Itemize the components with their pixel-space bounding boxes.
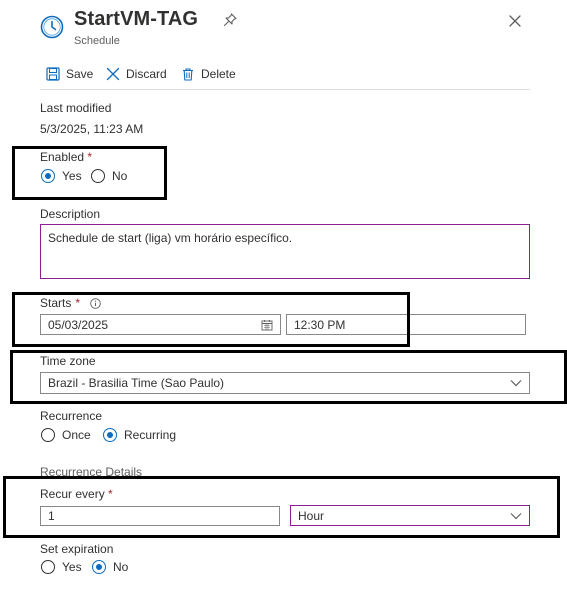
enabled-label: Enabled * <box>40 150 92 164</box>
radio-selected-icon <box>41 169 55 183</box>
info-icon[interactable] <box>90 297 101 309</box>
start-date-input[interactable]: 05/03/2025 <box>40 314 281 335</box>
page-title: StartVM-TAG <box>74 8 199 30</box>
starts-label: Starts * <box>40 296 101 310</box>
recur-unit-value: Hour <box>298 508 325 523</box>
pin-icon[interactable] <box>222 12 238 28</box>
enabled-yes-radio[interactable]: Yes <box>41 169 82 183</box>
enabled-no-label: No <box>112 169 128 183</box>
required-mark: * <box>108 487 113 501</box>
last-modified-value: 5/3/2025, 11:23 AM <box>40 122 144 136</box>
delete-button[interactable]: Delete <box>181 65 236 83</box>
required-mark: * <box>87 150 93 164</box>
close-icon[interactable] <box>507 13 523 29</box>
start-date-value: 05/03/2025 <box>48 317 109 332</box>
recurrence-once-label: Once <box>62 428 91 442</box>
expiration-no-label: No <box>113 560 129 574</box>
chevron-down-icon <box>510 380 522 387</box>
clock-icon <box>40 15 64 39</box>
calendar-icon[interactable] <box>261 319 273 331</box>
radio-unselected-icon <box>41 428 55 442</box>
page-subtitle: Schedule <box>74 35 120 47</box>
enabled-yes-label: Yes <box>62 169 82 183</box>
save-button[interactable]: Save <box>46 65 93 83</box>
radio-selected-icon <box>92 560 106 574</box>
expiration-yes-label: Yes <box>62 560 82 574</box>
set-expiration-label: Set expiration <box>40 542 114 556</box>
discard-icon <box>106 67 120 81</box>
recur-interval-input[interactable]: 1 <box>40 506 280 526</box>
radio-unselected-icon <box>91 169 105 183</box>
recur-unit-select[interactable]: Hour <box>290 505 530 526</box>
enabled-label-text: Enabled <box>40 150 85 164</box>
save-label: Save <box>66 67 94 81</box>
trash-icon <box>183 68 193 81</box>
discard-label: Discard <box>126 67 167 81</box>
recurrence-recurring-radio[interactable]: Recurring <box>103 428 176 442</box>
enabled-no-radio[interactable]: No <box>91 169 127 183</box>
description-label: Description <box>40 207 101 221</box>
expiration-no-radio[interactable]: No <box>92 560 128 574</box>
recurrence-once-radio[interactable]: Once <box>41 428 91 442</box>
time-zone-value: Brazil - Brasilia Time (Sao Paulo) <box>48 376 225 390</box>
recur-every-label: Recur every * <box>40 487 113 501</box>
discard-button[interactable]: Discard <box>106 65 167 83</box>
recurrence-recurring-label: Recurring <box>124 428 177 442</box>
start-time-input[interactable]: 12:30 PM <box>286 314 526 335</box>
chevron-down-icon <box>510 512 522 519</box>
starts-label-text: Starts <box>40 296 72 310</box>
time-zone-select[interactable]: Brazil - Brasilia Time (Sao Paulo) <box>40 372 530 394</box>
last-modified-label: Last modified <box>40 101 112 115</box>
required-mark: * <box>75 296 81 310</box>
time-zone-label: Time zone <box>40 354 96 368</box>
radio-selected-icon <box>103 428 117 442</box>
recurrence-label: Recurrence <box>40 409 103 423</box>
radio-unselected-icon <box>41 560 55 574</box>
recurrence-details-heading: Recurrence Details <box>40 465 143 479</box>
toolbar-divider <box>40 89 530 90</box>
save-icon <box>46 67 60 81</box>
recur-every-label-text: Recur every <box>40 487 105 501</box>
delete-label: Delete <box>201 67 236 81</box>
expiration-yes-radio[interactable]: Yes <box>41 560 82 574</box>
description-textarea[interactable]: Schedule de start (liga) vm horário espe… <box>40 224 530 279</box>
